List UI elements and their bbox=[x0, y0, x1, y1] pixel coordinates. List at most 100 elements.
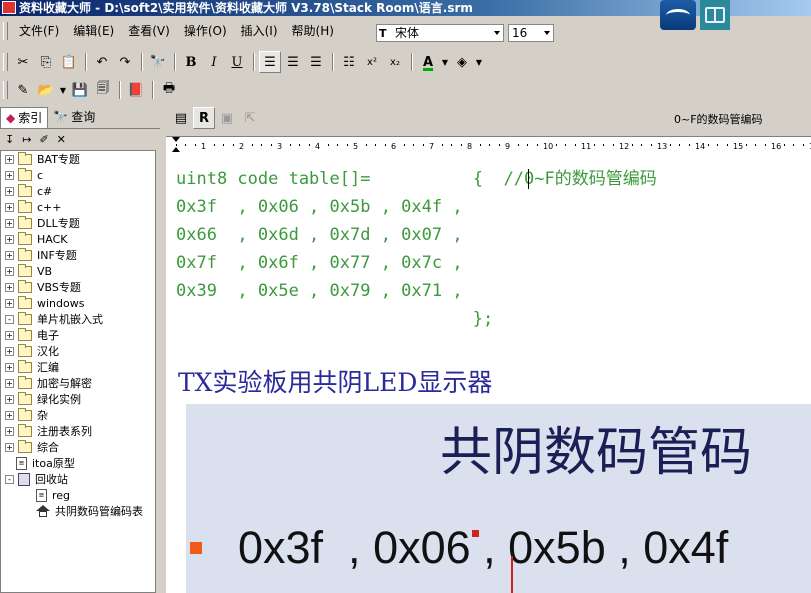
expand-icon[interactable]: + bbox=[5, 346, 14, 356]
tree-item[interactable]: + 注册表系列 bbox=[1, 423, 155, 439]
delete-icon[interactable]: ✕ bbox=[57, 133, 66, 146]
chevron-down-icon[interactable] bbox=[494, 31, 500, 35]
bullets-icon[interactable]: ☷ bbox=[338, 51, 360, 73]
tree-item[interactable]: + 电子 bbox=[1, 327, 155, 343]
toolbar-grip[interactable] bbox=[3, 53, 8, 71]
tree-item[interactable]: - 单片机嵌入式 bbox=[1, 311, 155, 327]
ruler-tick bbox=[251, 144, 253, 146]
tree-item[interactable]: + 综合 bbox=[1, 439, 155, 455]
undo-icon[interactable]: ↶ bbox=[91, 51, 113, 73]
expand-icon[interactable]: + bbox=[5, 154, 14, 164]
fill-color-icon[interactable]: ◈ bbox=[451, 51, 473, 73]
open-icon[interactable]: 📂 bbox=[35, 79, 57, 101]
expand-icon[interactable]: + bbox=[5, 410, 14, 420]
chevron-down-icon[interactable]: ▼ bbox=[474, 51, 484, 73]
menu-edit[interactable]: 编辑(E) bbox=[66, 20, 121, 42]
align-center-icon[interactable]: ☰ bbox=[282, 51, 304, 73]
first-indent-marker[interactable] bbox=[172, 137, 180, 142]
tree-item[interactable]: + 汉化 bbox=[1, 343, 155, 359]
tree-item[interactable]: ≡ itoa原型 bbox=[1, 455, 155, 471]
tab-index[interactable]: ◆ 索引 bbox=[0, 106, 49, 128]
menu-help[interactable]: 帮助(H) bbox=[285, 20, 341, 42]
tree-item[interactable]: + windows bbox=[1, 295, 155, 311]
expand-icon[interactable]: + bbox=[5, 442, 14, 452]
tree-item[interactable]: + VBS专题 bbox=[1, 279, 155, 295]
book-icon[interactable]: 📕 bbox=[125, 79, 147, 101]
disk-icon[interactable]: ▣ bbox=[216, 107, 238, 129]
expand-icon[interactable]: + bbox=[5, 218, 14, 228]
tree-item[interactable]: + c bbox=[1, 167, 155, 183]
expand-icon[interactable]: + bbox=[5, 330, 14, 340]
page-icon[interactable]: ▤ bbox=[170, 107, 192, 129]
underline-icon[interactable]: U bbox=[226, 51, 248, 73]
menu-operate[interactable]: 操作(O) bbox=[177, 20, 234, 42]
superscript-icon[interactable]: x² bbox=[361, 51, 383, 73]
expand-icon[interactable]: + bbox=[5, 298, 14, 308]
font-color-icon[interactable]: A bbox=[417, 51, 439, 73]
paste-icon[interactable]: 📋 bbox=[58, 51, 80, 73]
redo-icon[interactable]: ↷ bbox=[114, 51, 136, 73]
chevron-down-icon[interactable] bbox=[544, 31, 550, 35]
find-icon[interactable]: 🔭 bbox=[147, 51, 169, 73]
expand-icon[interactable]: + bbox=[5, 170, 14, 180]
collapse-icon[interactable]: - bbox=[5, 474, 14, 484]
bold-icon[interactable]: B bbox=[180, 51, 202, 73]
font-size-select[interactable]: 16 bbox=[508, 24, 554, 42]
subscript-icon[interactable]: x₂ bbox=[384, 51, 406, 73]
expand-icon[interactable]: + bbox=[5, 234, 14, 244]
sort-icon[interactable]: ↧ bbox=[5, 133, 14, 146]
embedded-image[interactable]: 共阴数码管码 0x3f , 0x06 , 0x5b , 0x4f bbox=[186, 404, 811, 593]
expand-icon[interactable]: + bbox=[5, 426, 14, 436]
expand-icon[interactable]: + bbox=[5, 202, 14, 212]
save-icon[interactable]: 💾 bbox=[69, 79, 91, 101]
toolbar-separator bbox=[141, 53, 143, 71]
document-body[interactable]: uint8 code table[]= { //0~F的数码管编码 0x3f ,… bbox=[166, 153, 811, 593]
save-all-icon[interactable]: 🗐 bbox=[92, 79, 114, 101]
tree-item[interactable]: + 加密与解密 bbox=[1, 375, 155, 391]
tree-item[interactable]: + INF专题 bbox=[1, 247, 155, 263]
menu-insert[interactable]: 插入(I) bbox=[234, 20, 285, 42]
chevron-down-icon[interactable]: ▼ bbox=[58, 79, 68, 101]
expand-icon[interactable]: + bbox=[5, 282, 14, 292]
export-icon[interactable]: ⇱ bbox=[239, 107, 261, 129]
cut-icon[interactable]: ✂ bbox=[12, 51, 34, 73]
align-left-icon[interactable]: ☰ bbox=[259, 51, 281, 73]
tree-item[interactable]: + c# bbox=[1, 183, 155, 199]
menu-view[interactable]: 查看(V) bbox=[121, 20, 177, 42]
tree-item[interactable]: - 回收站 bbox=[1, 471, 155, 487]
copy-icon[interactable]: ⎘ bbox=[35, 51, 57, 73]
toolbar-grip[interactable] bbox=[3, 81, 8, 99]
tree-item[interactable]: + 绿化实例 bbox=[1, 391, 155, 407]
ruler-tick bbox=[574, 144, 576, 146]
tab-search[interactable]: 🔭 查询 bbox=[48, 107, 100, 127]
collapse-icon[interactable]: - bbox=[5, 314, 14, 324]
chevron-down-icon[interactable]: ▼ bbox=[440, 51, 450, 73]
expand-icon[interactable]: + bbox=[5, 394, 14, 404]
menu-file[interactable]: 文件(F) bbox=[12, 20, 66, 42]
expand-icon[interactable]: + bbox=[5, 266, 14, 276]
tree-item[interactable]: + 汇编 bbox=[1, 359, 155, 375]
expand-icon[interactable]: + bbox=[5, 378, 14, 388]
print-icon[interactable]: 🖶 bbox=[158, 79, 180, 101]
tree-item[interactable]: + HACK bbox=[1, 231, 155, 247]
tree-item[interactable]: + c++ bbox=[1, 199, 155, 215]
align-right-icon[interactable]: ☰ bbox=[305, 51, 327, 73]
ruler-tick bbox=[745, 144, 747, 146]
tree-item[interactable]: ≡ reg bbox=[1, 487, 155, 503]
left-indent-marker[interactable] bbox=[172, 147, 180, 152]
italic-icon[interactable]: I bbox=[203, 51, 225, 73]
expand-icon[interactable]: + bbox=[5, 186, 14, 196]
tree-item[interactable]: + 杂 bbox=[1, 407, 155, 423]
tree-item[interactable]: + BAT专题 bbox=[1, 151, 155, 167]
tree-item[interactable]: 共阴数码管编码表 bbox=[1, 503, 155, 519]
menubar-grip[interactable] bbox=[3, 22, 8, 40]
expand-icon[interactable]: + bbox=[5, 362, 14, 372]
tree-item[interactable]: + VB bbox=[1, 263, 155, 279]
tree-item[interactable]: + DLL专题 bbox=[1, 215, 155, 231]
rich-text-icon[interactable]: R bbox=[193, 107, 215, 129]
indent-icon[interactable]: ↦ bbox=[22, 133, 31, 146]
edit-icon[interactable]: ✐ bbox=[39, 133, 48, 146]
expand-icon[interactable]: + bbox=[5, 250, 14, 260]
font-name-select[interactable]: T 宋体 bbox=[376, 24, 504, 42]
new-icon[interactable]: ✎ bbox=[12, 79, 34, 101]
